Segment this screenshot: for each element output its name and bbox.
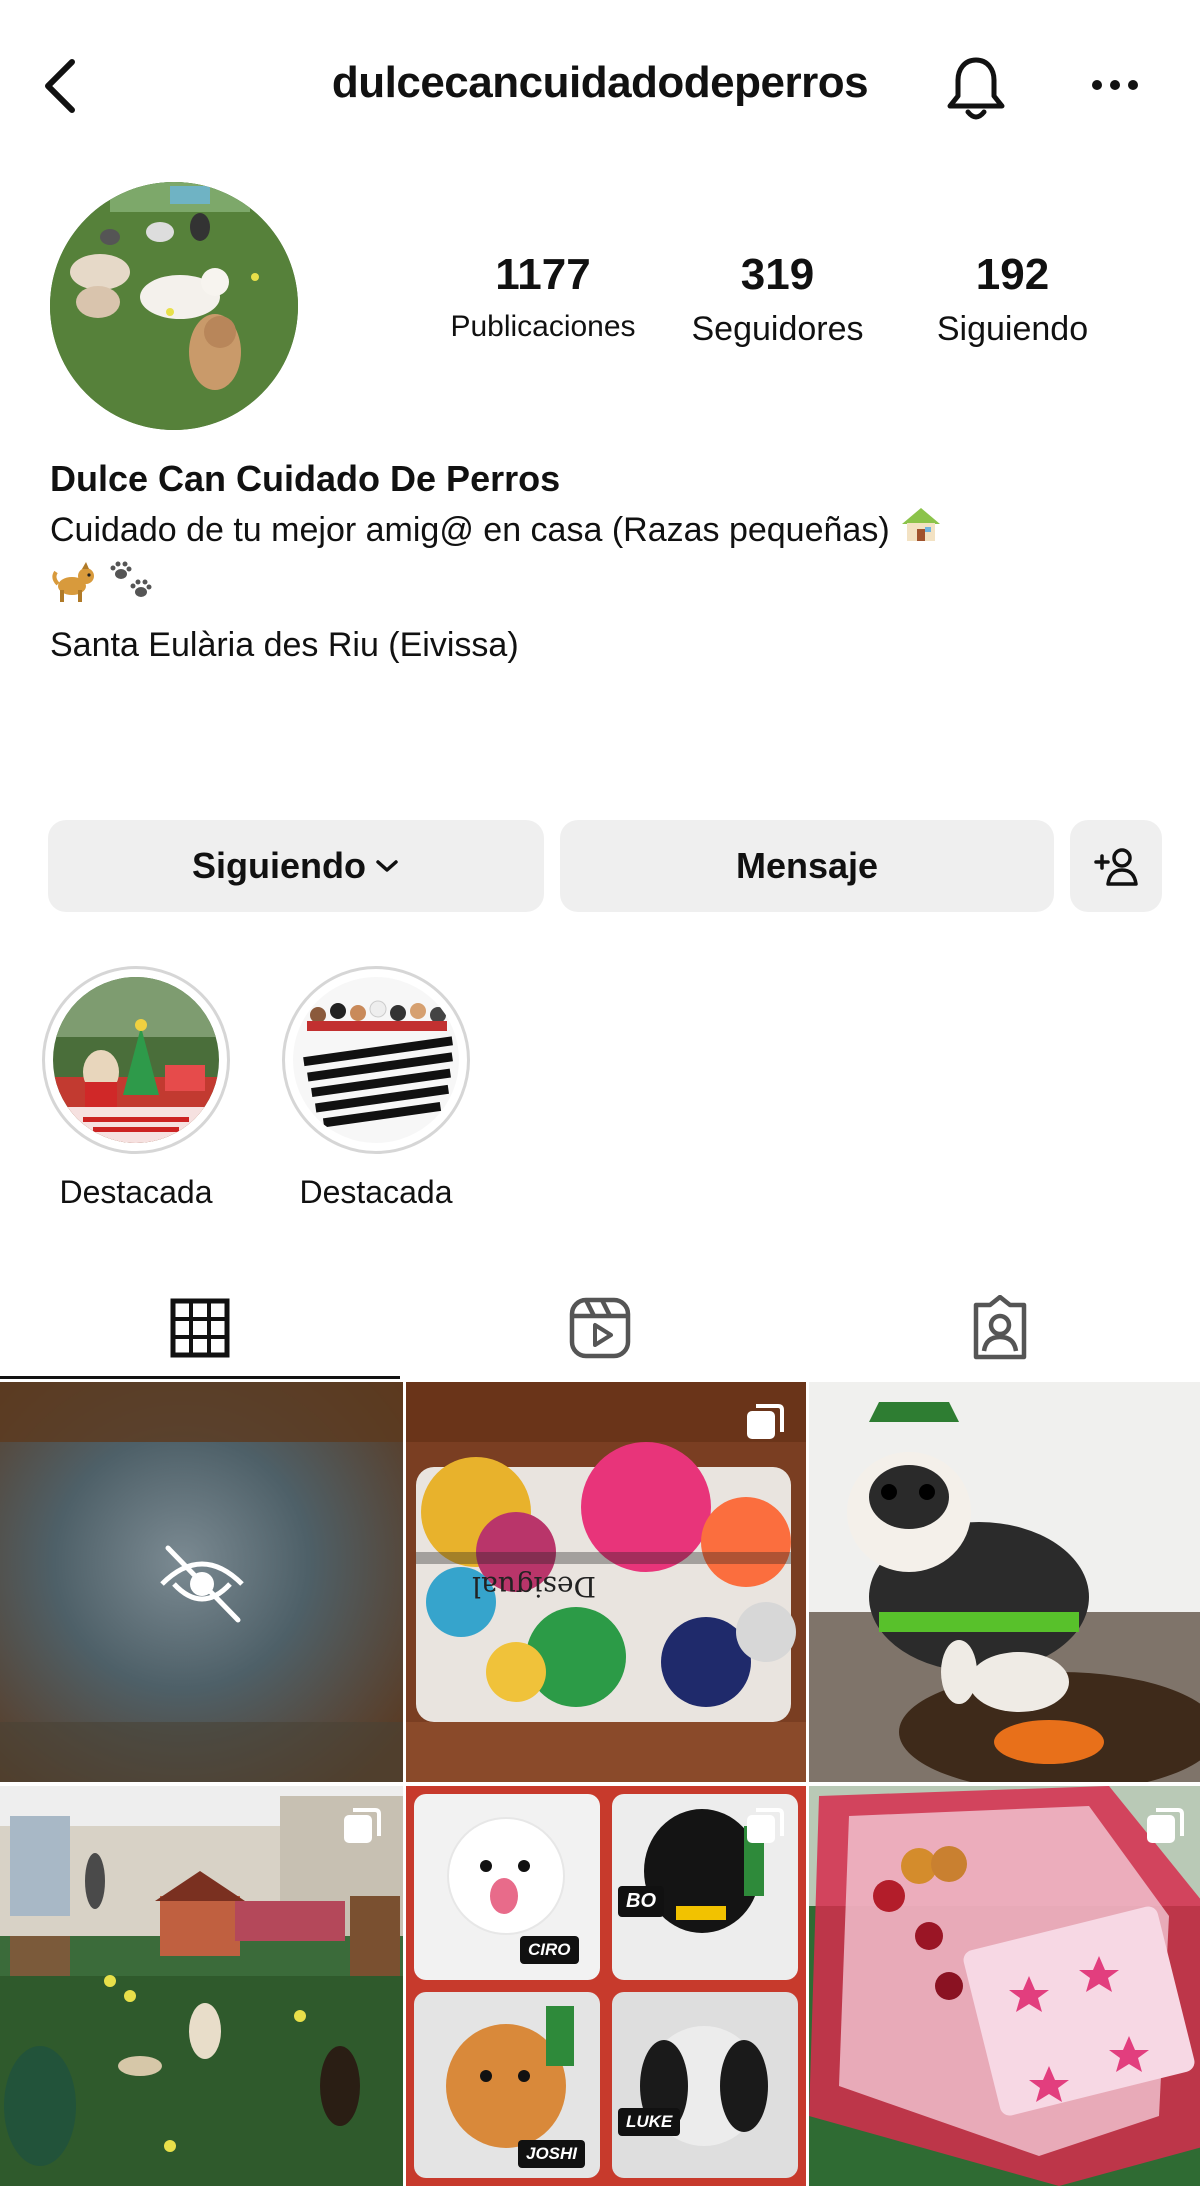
tagged-icon (973, 1295, 1027, 1360)
hidden-eye-icon (160, 1545, 244, 1623)
grid-icon (170, 1298, 230, 1358)
bio-description: Cuidado de tu mejor amig@ en casa (Razas… (50, 511, 890, 549)
post-tile[interactable] (0, 1382, 403, 1782)
post-image (406, 1786, 806, 2186)
post-tile[interactable]: Desigual (406, 1382, 806, 1782)
tab-reels[interactable] (400, 1280, 800, 1376)
add-user-icon (1094, 848, 1138, 886)
bell-icon (947, 57, 1005, 120)
bio-emoji-line (50, 560, 1170, 619)
message-button-label: Mensaje (735, 845, 879, 886)
highlight-ring (42, 966, 230, 1154)
profile-header: dulcecancuidadodeperros (0, 0, 1200, 170)
profile-avatar[interactable] (50, 182, 298, 430)
post-tag: JOSHI (518, 2140, 586, 2168)
post-tile[interactable]: CIRO BO JOSHI LUKE (406, 1786, 806, 2186)
carousel-icon (344, 1808, 381, 1843)
highlight-label: Destacada (299, 1174, 453, 1210)
message-button[interactable]: Mensaje (560, 820, 1054, 912)
carousel-icon (1147, 1808, 1184, 1843)
highlight-label: Destacada (59, 1174, 213, 1210)
post-image (0, 1786, 403, 2186)
chevron-down-icon (376, 860, 398, 872)
carousel-icon (747, 1808, 784, 1843)
more-options-button[interactable] (1080, 60, 1150, 110)
highlight-cover (53, 977, 219, 1143)
carousel-icon (747, 1404, 784, 1439)
following-count[interactable]: 192 Siguiendo (905, 250, 1120, 349)
post-image: Desigual (406, 1382, 806, 1782)
house-icon (899, 505, 943, 560)
highlight-ring (282, 966, 470, 1154)
post-image (809, 1786, 1200, 2186)
posts-count[interactable]: 1177 Publicaciones (438, 250, 648, 344)
profile-bio: Dulce Can Cuidado De Perros Cuidado de t… (50, 454, 1170, 671)
notifications-button[interactable] (940, 48, 1012, 128)
chevron-left-icon (45, 59, 75, 113)
active-tab-indicator (0, 1376, 400, 1379)
more-icon (1092, 80, 1138, 90)
following-button-label: Siguiendo (192, 845, 366, 886)
post-tag: BO (618, 1886, 664, 1917)
followers-count-label: Seguidores (691, 310, 864, 348)
svg-text:Desigual: Desigual (472, 1570, 596, 1603)
bio-location: Santa Eulària des Riu (Eivissa) (50, 625, 519, 664)
post-tile[interactable] (0, 1786, 403, 2186)
tab-tagged[interactable] (800, 1280, 1200, 1376)
dog-icon (50, 560, 98, 619)
following-button[interactable]: Siguiendo (48, 820, 544, 912)
posts-count-label: Publicaciones (450, 310, 636, 343)
paw-prints-icon (107, 560, 157, 619)
post-image (809, 1382, 1200, 1782)
highlight-cover (293, 977, 459, 1143)
profile-display-name: Dulce Can Cuidado De Perros (50, 458, 561, 499)
followers-count[interactable]: 319 Seguidores (665, 250, 890, 349)
back-button[interactable] (30, 52, 90, 120)
reels-icon (569, 1297, 631, 1359)
post-tag: CIRO (520, 1936, 579, 1964)
posts-grid: Desigual CIRO BO JOSHI LUKE (0, 1382, 1200, 2186)
post-tile[interactable] (809, 1382, 1200, 1782)
post-tile[interactable] (809, 1786, 1200, 2186)
post-tag: LUKE (618, 2108, 681, 2136)
following-count-value: 192 (975, 250, 1050, 299)
tab-posts-grid[interactable] (0, 1280, 400, 1376)
story-highlight[interactable]: Destacada (36, 966, 236, 1211)
avatar-photo (50, 182, 298, 430)
suggested-users-button[interactable] (1070, 820, 1162, 912)
following-count-label: Siguiendo (936, 310, 1089, 348)
bio-description-line: Cuidado de tu mejor amig@ en casa (Razas… (50, 504, 1170, 560)
followers-count-value: 319 (740, 250, 815, 299)
story-highlight[interactable]: Destacada (276, 966, 476, 1211)
profile-username: dulcecancuidadodeperros (331, 58, 869, 107)
posts-count-value: 1177 (495, 250, 591, 299)
